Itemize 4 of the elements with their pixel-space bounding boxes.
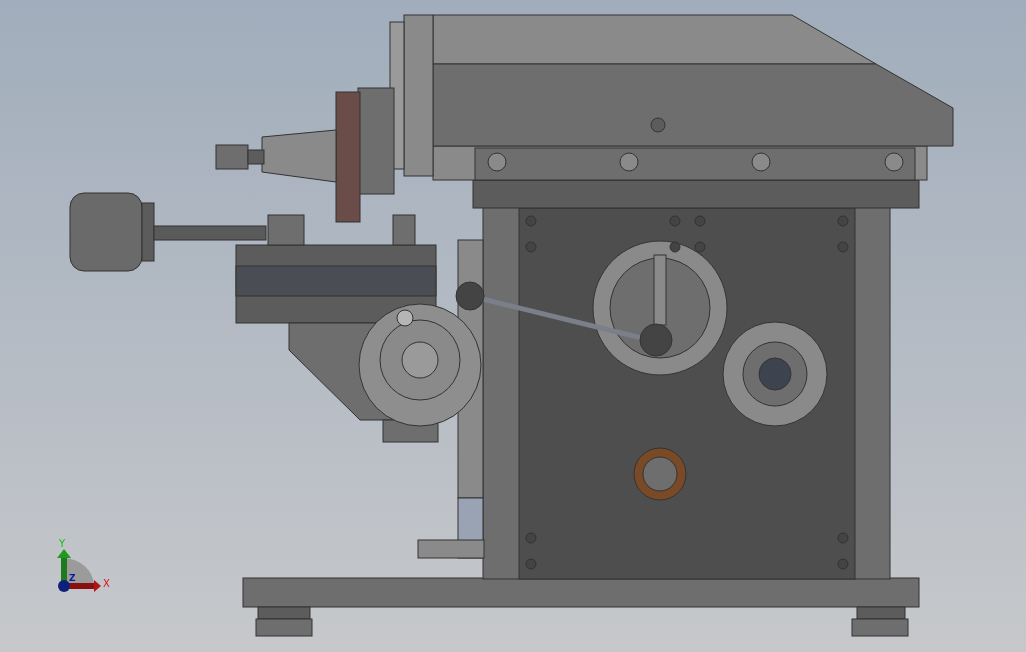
x-axis-label: X (103, 578, 110, 589)
axis-triad-icon (57, 549, 101, 592)
y-axis-label: Y (59, 538, 66, 549)
z-axis-label: Z (69, 573, 76, 583)
